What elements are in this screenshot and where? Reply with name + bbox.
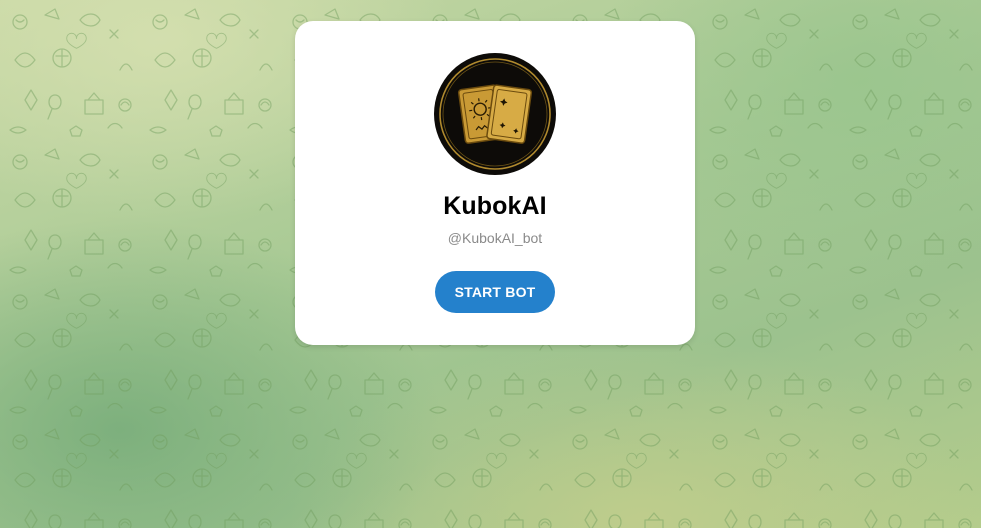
tarot-cards-icon — [439, 58, 551, 170]
bot-profile-card: KubokAI @KubokAI_bot START BOT — [295, 21, 695, 345]
bot-username: @KubokAI_bot — [447, 230, 543, 246]
bot-name: KubokAI — [443, 192, 547, 220]
bot-avatar — [434, 53, 556, 175]
start-bot-button[interactable]: START BOT — [435, 271, 555, 313]
